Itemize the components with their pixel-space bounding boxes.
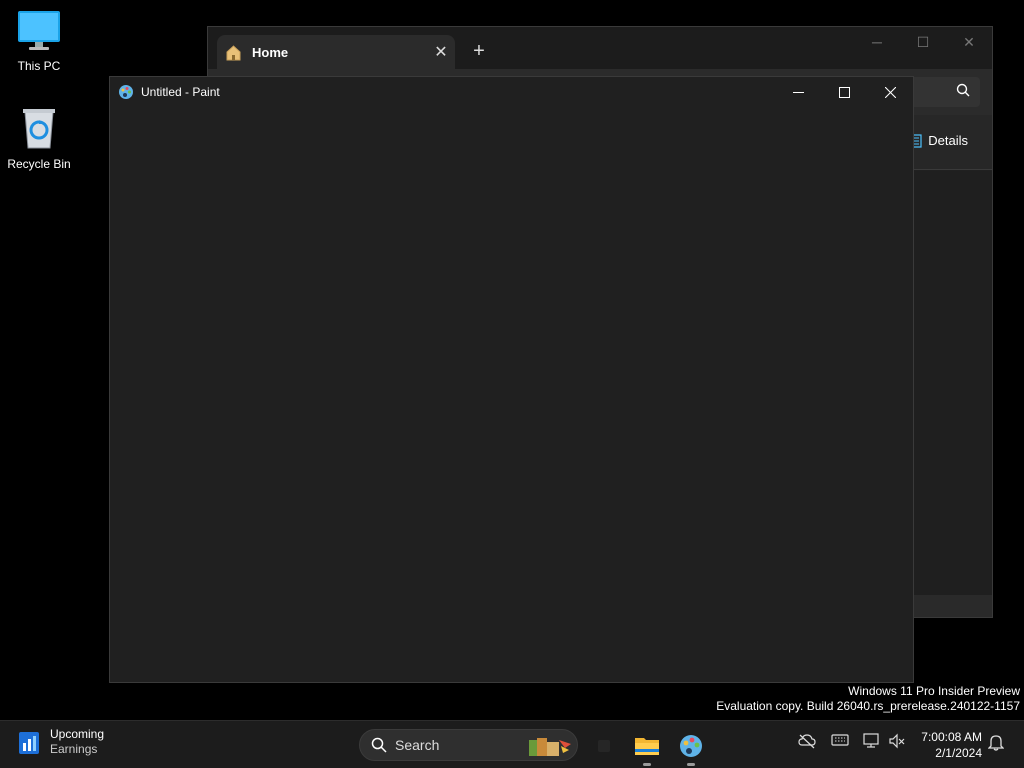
taskbar-app-blank[interactable] <box>586 728 622 764</box>
notification-center-button[interactable] <box>988 733 1004 751</box>
new-tab-button[interactable]: + <box>466 39 492 65</box>
clock-time: 7:00:08 AM <box>921 730 982 744</box>
search-icon <box>956 83 970 97</box>
paint-titlebar[interactable]: Untitled - Paint <box>110 77 913 107</box>
taskbar-file-explorer[interactable] <box>629 728 665 766</box>
paint-app-icon <box>119 85 133 99</box>
desktop: This PC Recycle Bin Home ✕ + ─ ☐ ✕ Detai… <box>0 0 1024 720</box>
stock-chart-icon <box>19 732 39 754</box>
paint-window: Untitled - Paint <box>109 76 914 683</box>
watermark-line-2: Evaluation copy. Build 26040.rs_prerelea… <box>716 699 1020 713</box>
recycle-bin-icon <box>23 109 55 149</box>
taskbar-paint[interactable] <box>673 728 709 766</box>
keyboard-icon <box>831 734 849 746</box>
minimize-icon[interactable]: ─ <box>854 27 900 57</box>
search-highlight-icon <box>529 738 571 756</box>
taskbar-clock[interactable]: 7:00:08 AM 2/1/2024 <box>914 729 982 761</box>
paint-app-icon <box>680 735 702 757</box>
explorer-tab-home[interactable]: Home ✕ <box>217 35 455 69</box>
paint-window-controls <box>775 77 913 107</box>
app-icon <box>598 740 610 752</box>
explorer-titlebar: Home ✕ + ─ ☐ ✕ <box>208 27 992 69</box>
explorer-tab-title: Home <box>252 44 289 60</box>
widget-title: Upcoming <box>50 727 105 741</box>
paint-window-title: Untitled - Paint <box>141 85 220 99</box>
taskbar-search-box[interactable]: Search <box>359 729 578 761</box>
clock-date: 2/1/2024 <box>935 746 982 760</box>
running-indicator <box>643 763 651 766</box>
desktop-icon-this-pc[interactable]: This PC <box>1 10 77 73</box>
volume-tray-icon[interactable] <box>888 733 906 749</box>
volume-muted-icon <box>889 733 905 749</box>
widgets-button[interactable]: Upcoming Earnings <box>14 727 104 757</box>
network-icon <box>863 733 879 748</box>
cloud-off-icon <box>798 734 816 749</box>
bell-icon <box>988 735 1004 751</box>
maximize-icon[interactable]: ☐ <box>900 27 946 57</box>
keyboard-tray-icon[interactable] <box>831 733 849 747</box>
details-button[interactable]: Details <box>909 133 968 148</box>
explorer-window-controls: ─ ☐ ✕ <box>854 27 992 57</box>
close-tab-icon[interactable]: ✕ <box>427 42 455 62</box>
minimize-button[interactable] <box>775 77 821 107</box>
maximize-icon <box>838 86 850 98</box>
onedrive-tray-icon[interactable] <box>798 733 816 749</box>
folder-icon <box>635 738 659 755</box>
details-label: Details <box>928 133 968 148</box>
search-placeholder: Search <box>395 737 440 753</box>
running-indicator <box>687 763 695 766</box>
close-icon[interactable]: ✕ <box>946 27 992 57</box>
search-icon <box>371 737 387 753</box>
minimize-icon <box>792 91 804 93</box>
evaluation-watermark: Windows 11 Pro Insider Preview Evaluatio… <box>716 684 1020 714</box>
network-tray-icon[interactable] <box>862 733 880 749</box>
close-icon <box>884 86 896 98</box>
widget-subtitle: Earnings <box>50 742 98 756</box>
desktop-icon-recycle-bin[interactable]: Recycle Bin <box>1 106 77 171</box>
maximize-button[interactable] <box>821 77 867 107</box>
watermark-line-1: Windows 11 Pro Insider Preview <box>848 684 1020 698</box>
close-button[interactable] <box>867 77 913 107</box>
desktop-icon-label: Recycle Bin <box>7 157 71 171</box>
computer-icon <box>18 11 60 50</box>
taskbar: Upcoming Earnings Search 7:00:08 AM 2/1/… <box>0 720 1024 768</box>
desktop-icon-label: This PC <box>17 59 61 73</box>
home-icon <box>226 44 241 60</box>
